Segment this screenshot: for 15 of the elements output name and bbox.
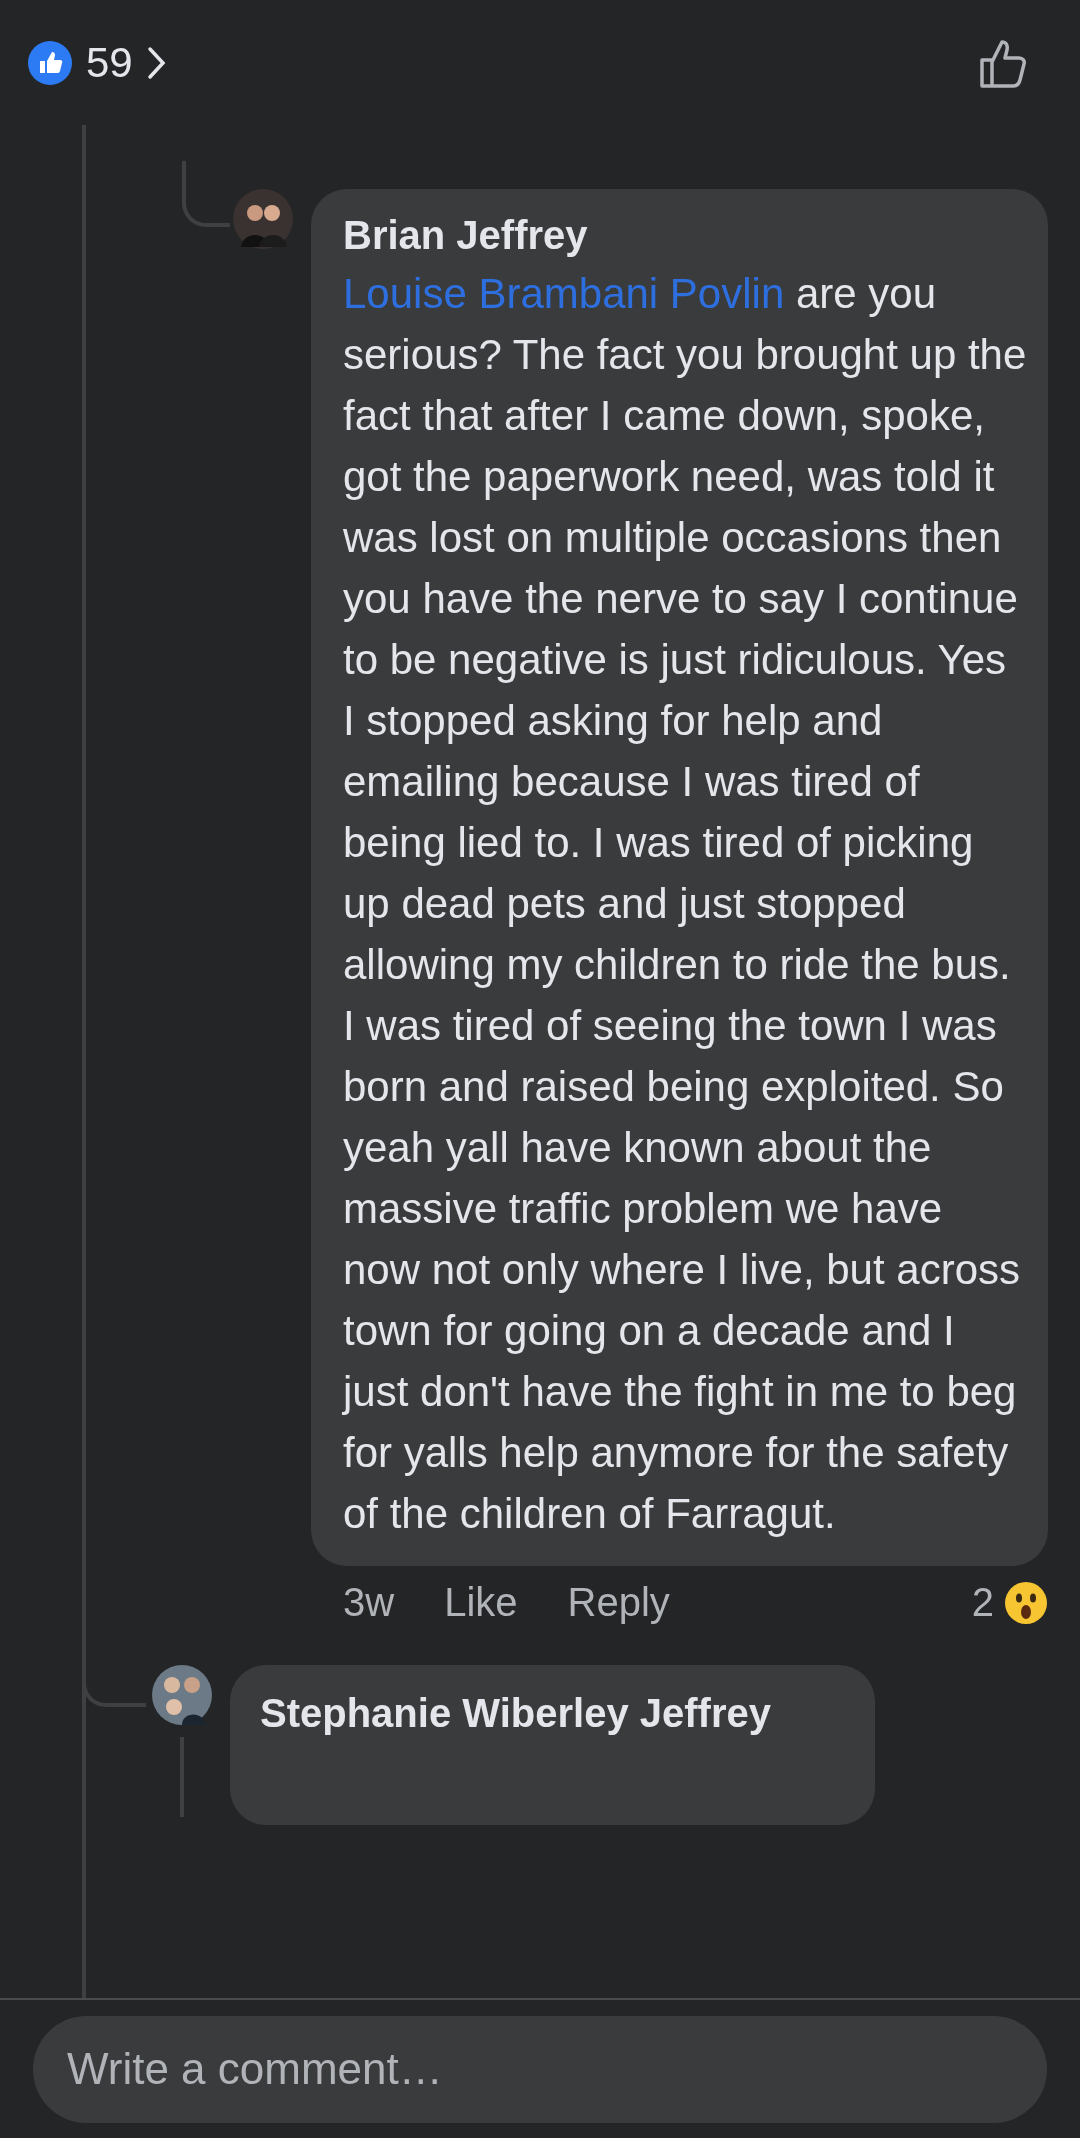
avatar[interactable] (233, 189, 293, 249)
author-name[interactable]: Stephanie Wiberley Jeffrey (260, 1685, 835, 1741)
author-name[interactable]: Brian Jeffrey (343, 207, 1028, 263)
reaction-count: 2 (971, 1580, 994, 1625)
thread-line (182, 161, 230, 227)
like-link[interactable]: Like (444, 1580, 518, 1625)
reaction-count[interactable]: 59 (86, 38, 133, 87)
avatar[interactable] (152, 1665, 212, 1725)
comment-text: Louise Brambani Povlin are you serious? The fact you brought up the fact that after I came down, spoke, got the paperwork need, was told it was lost on multiple occasions then you have the nerve to say I continue to be negative is just ridiculous. Yes I stopped asking for help and emailing because I was tired of being lied to. I was tired of picking up dead pets and just stopped allowing my children to ride the bus. I was tired of seeing the town I was born and raised being exploited. So yeah yall have known about the massive traffic problem we have now not only where I live, but across town for going on a decade and I just don't have the fight in me to beg for yalls help anymore for the safety of the children of Farragut. (343, 269, 1028, 1539)
comment-time: 3w (343, 1580, 395, 1625)
chevron-right-icon[interactable] (146, 45, 167, 80)
comment-input-field[interactable]: Write a comment… (33, 2015, 1047, 2123)
reply-link[interactable]: Reply (567, 1580, 670, 1625)
like-reaction-icon (28, 40, 72, 85)
wow-emoji-icon (1004, 1580, 1048, 1625)
